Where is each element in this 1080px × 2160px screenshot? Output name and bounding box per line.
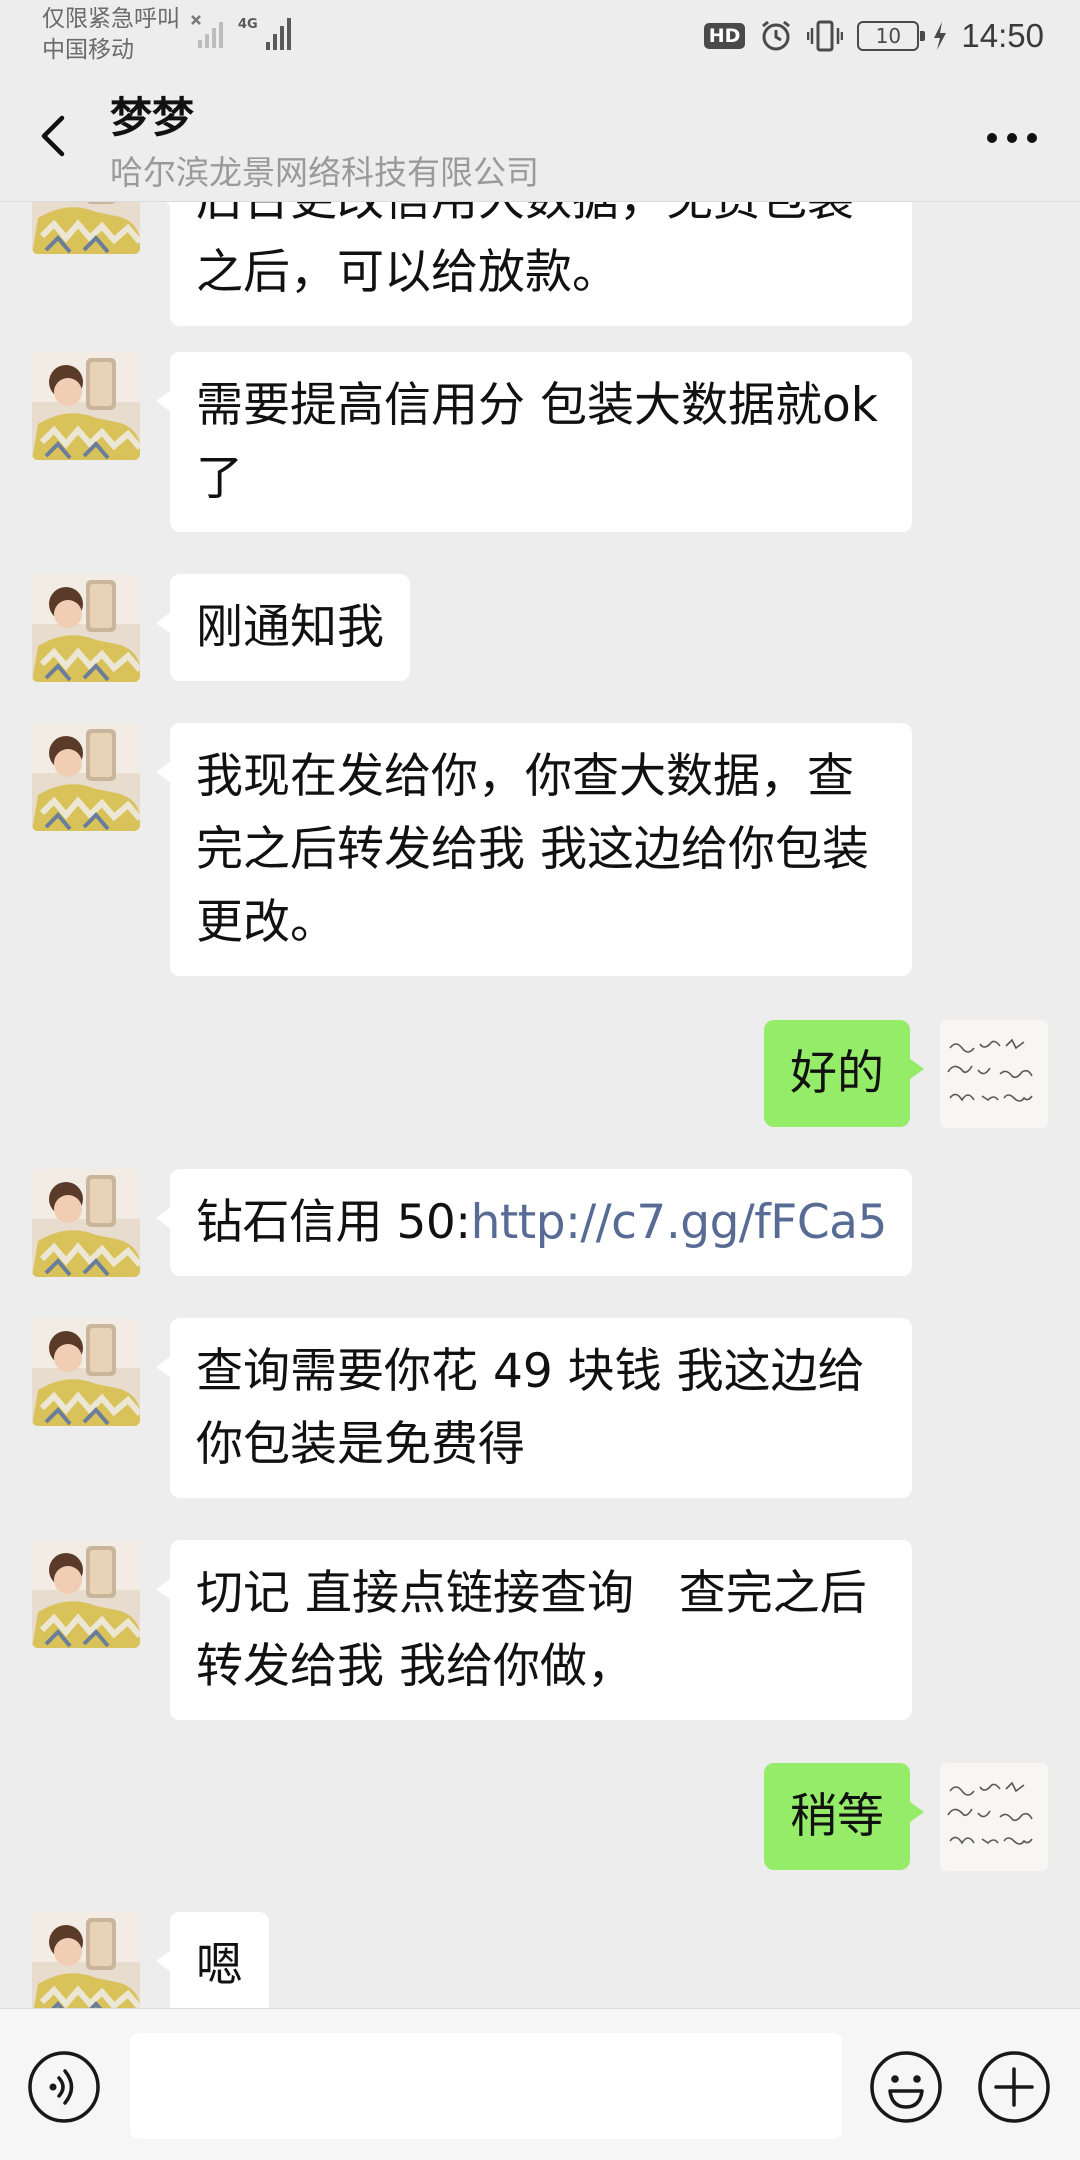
status-icons: HD 10 14:50 [703,14,1044,58]
signal-4g-icon: 4G [238,17,291,50]
contact-avatar[interactable] [32,574,140,682]
message-text: 钻石信用 50: [196,1195,471,1250]
alarm-icon [762,20,791,51]
chat-header: 梦梦 哈尔滨龙景网络科技有限公司 [0,72,1080,202]
chevron-left-icon[interactable] [30,104,78,168]
message-bubble-outgoing[interactable]: 稍等 [764,1763,924,1870]
emergency-only-text: 仅限紧急呼叫 [42,6,180,32]
battery-indicator: 10 [857,21,926,51]
more-dots-icon[interactable] [984,120,1040,156]
message-bubble[interactable]: 需要提高信用分 包装大数据就ok 了 [156,352,912,532]
contact-avatar[interactable] [32,1540,140,1648]
charging-icon [934,22,947,50]
message-bubble-outgoing[interactable]: 好的 [764,1020,924,1127]
carrier-info: 仅限紧急呼叫 中国移动 [42,4,180,66]
contact-avatar[interactable] [32,1318,140,1426]
message-bubble[interactable]: 钻石信用 50:http://c7.gg/fFCa5 [156,1169,912,1276]
message-bubble[interactable]: 我现在发给你，你查大数据，查完之后转发给我 我这边给你包装更改。 [156,723,912,976]
emoji-icon[interactable] [868,2049,944,2125]
contact-name: 梦梦 [110,93,195,142]
plus-icon[interactable] [976,2049,1052,2125]
vibrate-icon [807,20,844,52]
network-type-label: 4G [238,17,258,32]
contact-avatar[interactable] [32,1912,140,2008]
hd-voice-badge: HD [703,23,746,49]
contact-avatar[interactable] [32,202,140,254]
contact-avatar[interactable] [32,723,140,831]
message-bubble[interactable]: 查询需要你花 49 块钱 我这边给你包装是免费得 [156,1318,912,1498]
signal-no-service-icon [191,15,223,48]
contact-avatar[interactable] [32,352,140,460]
clock: 14:50 [961,17,1044,54]
message-bubble[interactable]: 刚通知我 [156,574,410,681]
status-bar: 仅限紧急呼叫 中国移动 4G HD 10 14:50 [0,0,1080,72]
message-input[interactable] [130,2033,842,2139]
contact-avatar[interactable] [32,1169,140,1277]
my-avatar[interactable] [940,1763,1048,1871]
voice-icon[interactable] [26,2049,102,2125]
my-avatar[interactable] [940,1020,1048,1128]
contact-company: 哈尔滨龙景网络科技有限公司 [110,153,539,192]
message-bubble[interactable]: 后台更改信用大数据，免费包装之后，可以给放款。 [156,202,912,326]
battery-level: 10 [875,24,902,48]
message-list[interactable]: 后台更改信用大数据，免费包装之后，可以给放款。 需要提高信用分 包装大数据就ok… [0,202,1080,2008]
input-bar [0,2008,1080,2160]
carrier-name: 中国移动 [42,37,134,63]
message-bubble[interactable]: 嗯 [156,1912,269,2008]
message-bubble[interactable]: 切记 直接点链接查询 查完之后转发给我 我给你做， [156,1540,912,1720]
message-link[interactable]: http://c7.gg/fFCa5 [471,1195,888,1250]
